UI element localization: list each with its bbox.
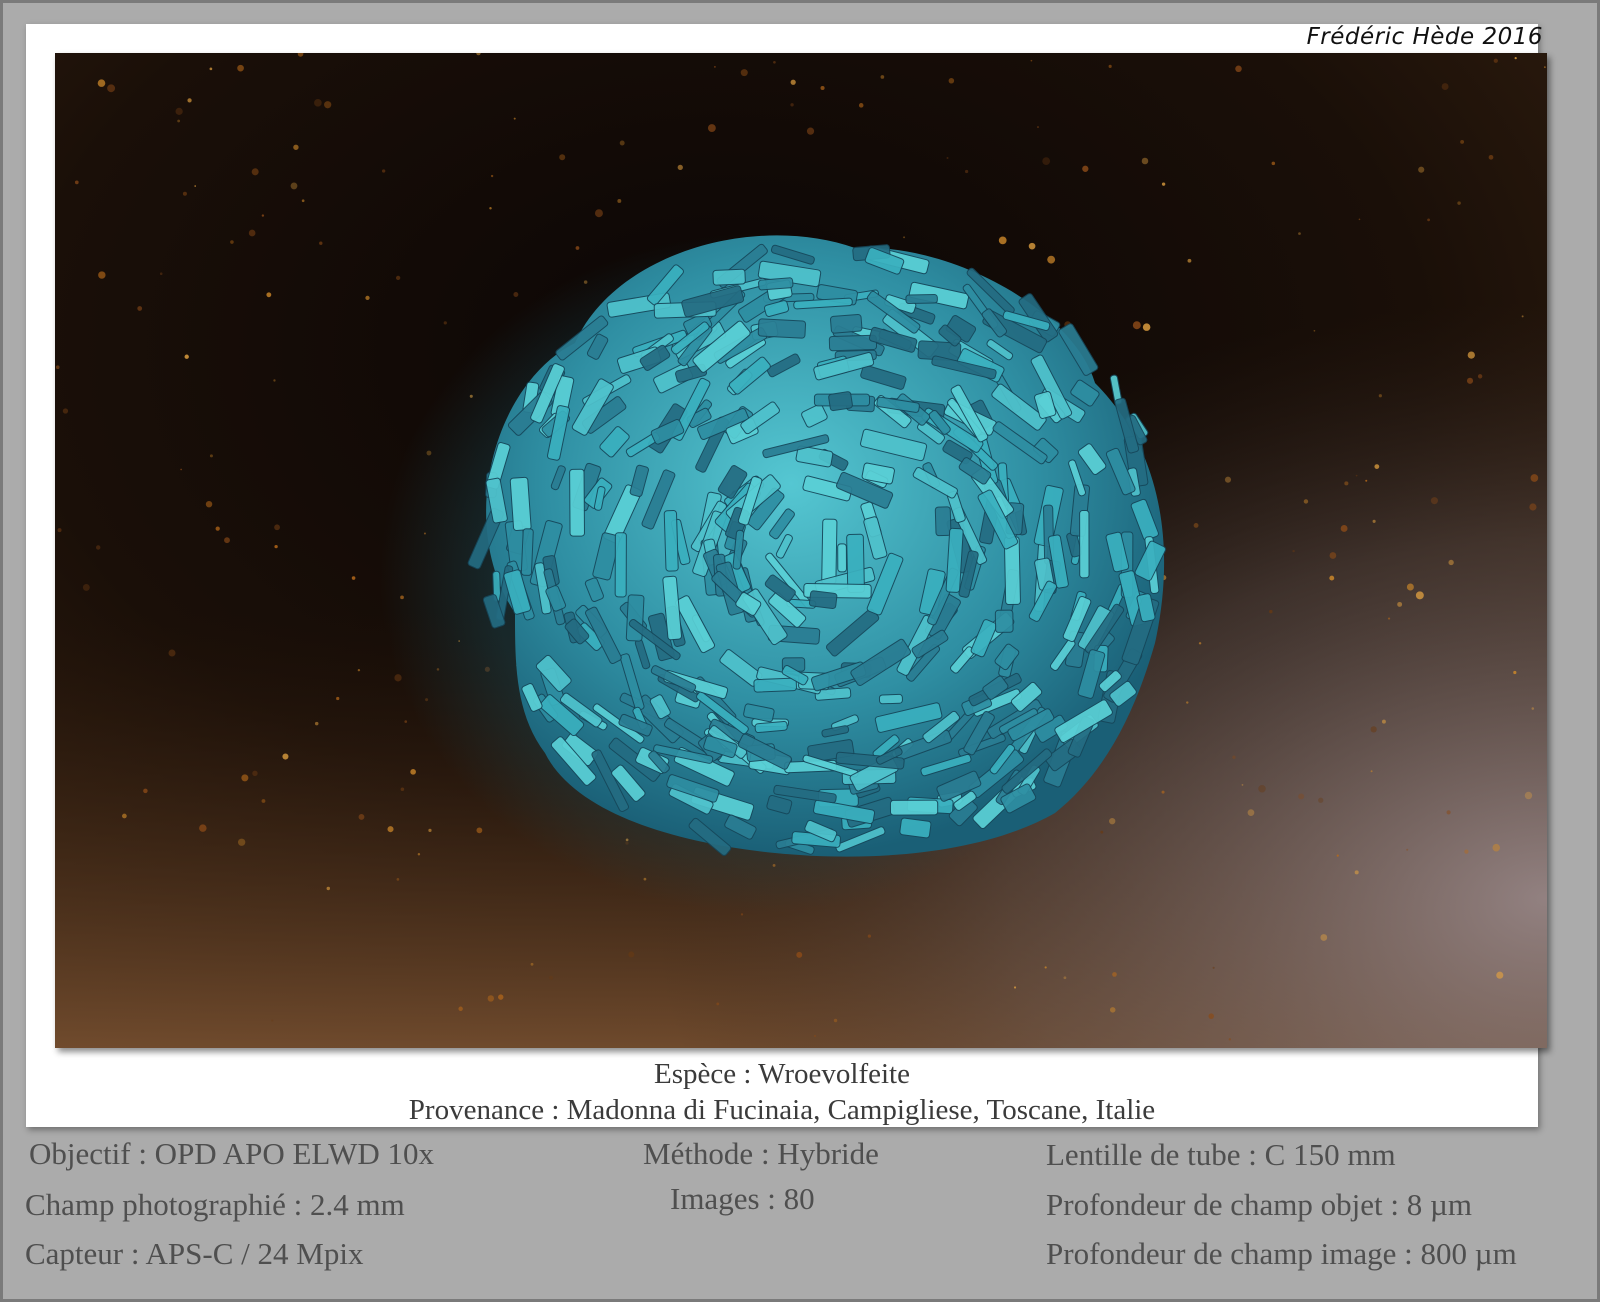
provenance-caption: Provenance : Madonna di Fucinaia, Campig… xyxy=(408,1094,1156,1126)
page-frame: Frédéric Hède 2016 Espèce: Wroevolfeite… xyxy=(0,0,1600,1302)
images-spec: Images : 80 xyxy=(670,1181,815,1216)
tube-lens-spec: Lentille de tube : C 150 mm xyxy=(1046,1137,1396,1172)
method-spec: Méthode : Hybride xyxy=(643,1136,879,1171)
species-caption: Espèce : Wroevolfeite xyxy=(654,1058,910,1090)
object-dof-spec: Profondeur de champ objet : 8 µm xyxy=(1046,1187,1472,1222)
objective-spec: Objectif : OPD APO ELWD 10x xyxy=(29,1136,434,1171)
field-spec: Champ photographié : 2.4 mm xyxy=(25,1187,405,1222)
mineral-photograph xyxy=(55,53,1547,1048)
photographer-signature: Frédéric Hède 2016 xyxy=(1306,24,1543,50)
image-dof-spec: Profondeur de champ image : 800 µm xyxy=(1046,1236,1517,1271)
sensor-spec: Capteur : APS-C / 24 Mpix xyxy=(25,1236,364,1271)
crystal-rosette xyxy=(380,233,1167,913)
